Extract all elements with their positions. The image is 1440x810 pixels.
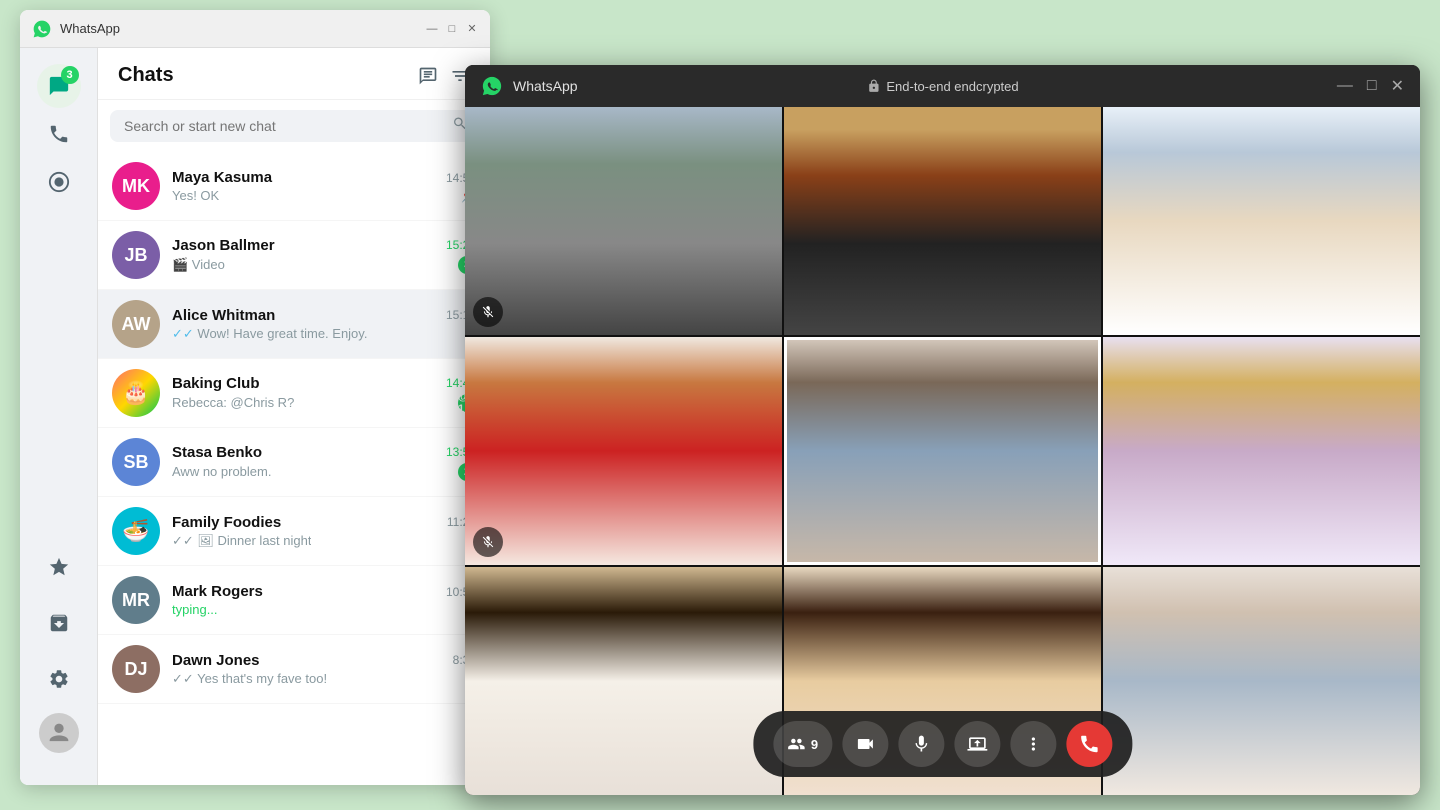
chat-info-dawn: Dawn Jones 8:32 ✓✓ Yes that's my fave to… [172,652,476,687]
chat-item-jason[interactable]: JB Jason Ballmer 15:26 🎬 Video 3 [98,221,490,290]
video-toggle-btn[interactable] [842,721,888,767]
sidebar-bottom [37,545,81,769]
video-cell-6 [1103,337,1420,565]
video-cell-5 [784,337,1101,565]
encryption-label: End-to-end endcrypted [866,79,1018,94]
chat-panel-header: Chats [98,48,490,100]
chat-info-family: Family Foodies 11:21 ✓✓ 🖼 Dinner last ni… [172,514,476,549]
sidebar-item-starred[interactable] [37,545,81,589]
chat-name-jason: Jason Ballmer [172,237,275,254]
chats-title: Chats [118,64,174,87]
chats-unread-badge: 3 [61,66,79,84]
call-close-btn[interactable]: ✕ [1391,76,1404,96]
call-window: WhatsApp End-to-end endcrypted — □ ✕ [465,65,1420,795]
mute-indicator-1 [473,297,503,327]
chat-name-family: Family Foodies [172,514,281,531]
chat-item-stasa[interactable]: SB Stasa Benko 13:56 Aww no problem. 2 [98,428,490,497]
chat-info-mark: Mark Rogers 10:56 typing... [172,583,476,617]
user-avatar[interactable] [39,713,79,753]
chat-name-alice: Alice Whitman [172,307,275,324]
sidebar: 3 [20,48,98,785]
chat-item-family[interactable]: 🍜 Family Foodies 11:21 ✓✓ 🖼 Dinner last … [98,497,490,566]
avatar-family: 🍜 [112,507,160,555]
chat-name-dawn: Dawn Jones [172,652,260,669]
chat-item-mark[interactable]: MR Mark Rogers 10:56 typing... [98,566,490,635]
participants-count: 9 [811,737,818,752]
chat-preview-alice: ✓✓ Wow! Have great time. Enjoy. [172,326,367,342]
sidebar-item-archived[interactable] [37,601,81,645]
participants-btn[interactable]: 9 [773,721,832,767]
chat-preview-jason: 🎬 Video [172,257,225,273]
chat-preview-family: ✓✓ 🖼 Dinner last night [172,533,311,549]
main-whatsapp-window: WhatsApp — □ ✕ 3 [20,10,490,785]
search-bar [110,110,478,142]
video-cell-7 [465,567,782,795]
chat-preview-dawn: ✓✓ Yes that's my fave too! [172,671,327,687]
chat-info-stasa: Stasa Benko 13:56 Aww no problem. 2 [172,444,476,481]
main-close-btn[interactable]: ✕ [466,23,478,35]
more-options-btn[interactable] [1010,721,1056,767]
avatar-stasa: SB [112,438,160,486]
avatar-dawn: DJ [112,645,160,693]
chat-preview-mark: typing... [172,602,218,617]
encryption-text: End-to-end endcrypted [886,79,1018,94]
call-minimize-btn[interactable]: — [1337,76,1353,96]
chat-item-maya[interactable]: MK Maya Kasuma 14:54 Yes! OK 📌 [98,152,490,221]
chat-list: MK Maya Kasuma 14:54 Yes! OK 📌 JB [98,152,490,785]
main-window-controls: — □ ✕ [426,23,478,35]
main-title-text: WhatsApp [60,21,426,36]
avatar-alice: AW [112,300,160,348]
main-minimize-btn[interactable]: — [426,23,438,35]
chat-info-maya: Maya Kasuma 14:54 Yes! OK 📌 [172,169,476,203]
call-whatsapp-logo [481,75,503,97]
chat-preview-baking: Rebecca: @Chris R? [172,395,294,410]
screen-share-btn[interactable] [954,721,1000,767]
chat-preview-maya: Yes! OK [172,188,219,203]
mute-indicator-4 [473,527,503,557]
call-controls: 9 [753,711,1132,777]
search-input[interactable] [110,110,478,142]
call-maximize-btn[interactable]: □ [1367,76,1377,96]
video-cell-4 [465,337,782,565]
chat-info-alice: Alice Whitman 15:12 ✓✓ Wow! Have great t… [172,307,476,342]
chat-name-mark: Mark Rogers [172,583,263,600]
video-cell-3 [1103,107,1420,335]
call-window-controls: — □ ✕ [1337,76,1404,96]
avatar-maya: MK [112,162,160,210]
chat-info-jason: Jason Ballmer 15:26 🎬 Video 3 [172,237,476,274]
video-cell-9 [1103,567,1420,795]
main-maximize-btn[interactable]: □ [446,23,458,35]
sidebar-item-chats[interactable]: 3 [37,64,81,108]
chat-item-dawn[interactable]: DJ Dawn Jones 8:32 ✓✓ Yes that's my fave… [98,635,490,704]
video-cell-1 [465,107,782,335]
chat-info-baking: Baking Club 14:43 Rebecca: @Chris R? @ 1 [172,375,476,412]
chat-panel: Chats MK Ma [98,48,490,785]
chat-name-baking: Baking Club [172,375,260,392]
call-titlebar: WhatsApp End-to-end endcrypted — □ ✕ [465,65,1420,107]
avatar-jason: JB [112,231,160,279]
video-cell-2 [784,107,1101,335]
chat-name-maya: Maya Kasuma [172,169,272,186]
chat-item-alice[interactable]: AW Alice Whitman 15:12 ✓✓ Wow! Have grea… [98,290,490,359]
chat-preview-stasa: Aww no problem. [172,464,271,479]
sidebar-item-calls[interactable] [37,112,81,156]
whatsapp-logo-icon [32,19,52,39]
chat-name-stasa: Stasa Benko [172,444,262,461]
main-titlebar: WhatsApp — □ ✕ [20,10,490,48]
avatar-mark: MR [112,576,160,624]
avatar-baking: 🎂 [112,369,160,417]
video-grid: 9 [465,107,1420,795]
mic-toggle-btn[interactable] [898,721,944,767]
chat-item-baking[interactable]: 🎂 Baking Club 14:43 Rebecca: @Chris R? @… [98,359,490,428]
chat-header-icons [418,66,470,86]
new-chat-btn[interactable] [418,66,438,86]
sidebar-item-settings[interactable] [37,657,81,701]
sidebar-item-status[interactable] [37,160,81,204]
end-call-btn[interactable] [1066,721,1112,767]
